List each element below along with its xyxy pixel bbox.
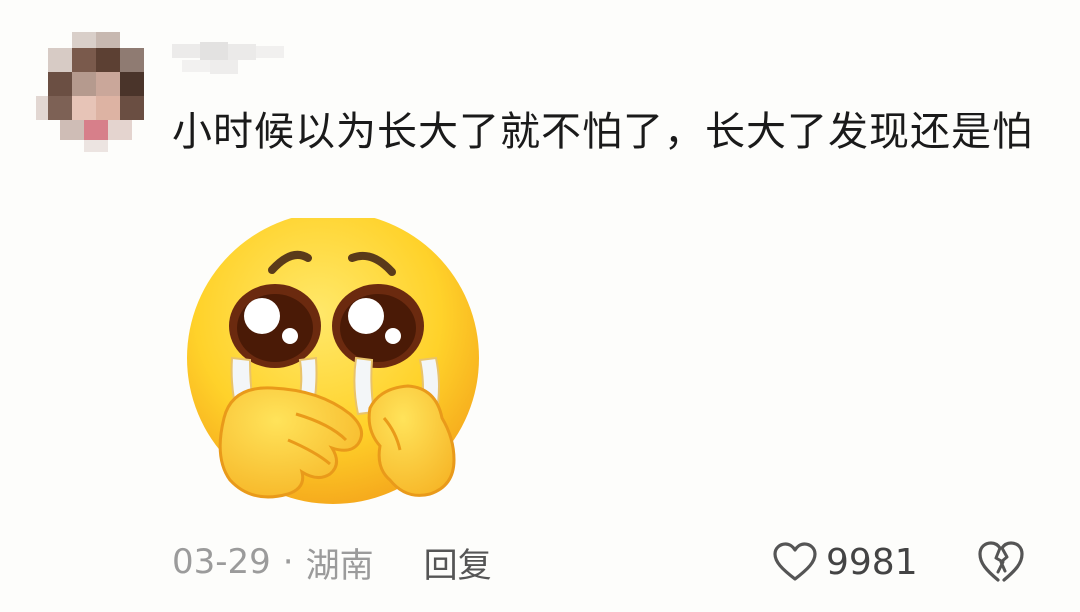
comment-text: 小时候以为长大了就不怕了，长大了发现还是怕 <box>172 109 1033 155</box>
like-count: 9981 <box>826 541 918 583</box>
user-avatar[interactable] <box>36 32 156 152</box>
comment-date: 03-29 <box>172 542 271 582</box>
comment-meta: 03-29 · 湖南 回复 <box>172 538 492 586</box>
username-blurred[interactable] <box>172 38 284 78</box>
heart-outline-icon <box>773 542 817 581</box>
dislike-button[interactable] <box>976 538 1026 586</box>
sticker-emoji <box>180 212 490 508</box>
broken-heart-icon <box>978 541 1024 582</box>
comment-location: 湖南 <box>305 545 374 586</box>
crying-covering-mouth-emoji-icon <box>187 212 479 504</box>
meta-separator: · <box>282 542 294 582</box>
comment-item: 小时候以为长大了就不怕了，长大了发现还是怕 03-29 · 湖南 回复 9981 <box>0 0 1080 612</box>
pixelated-avatar-image <box>36 32 156 152</box>
blurred-username-image <box>172 38 284 78</box>
like-button[interactable]: 9981 <box>772 536 918 588</box>
reply-button[interactable]: 回复 <box>424 538 492 587</box>
